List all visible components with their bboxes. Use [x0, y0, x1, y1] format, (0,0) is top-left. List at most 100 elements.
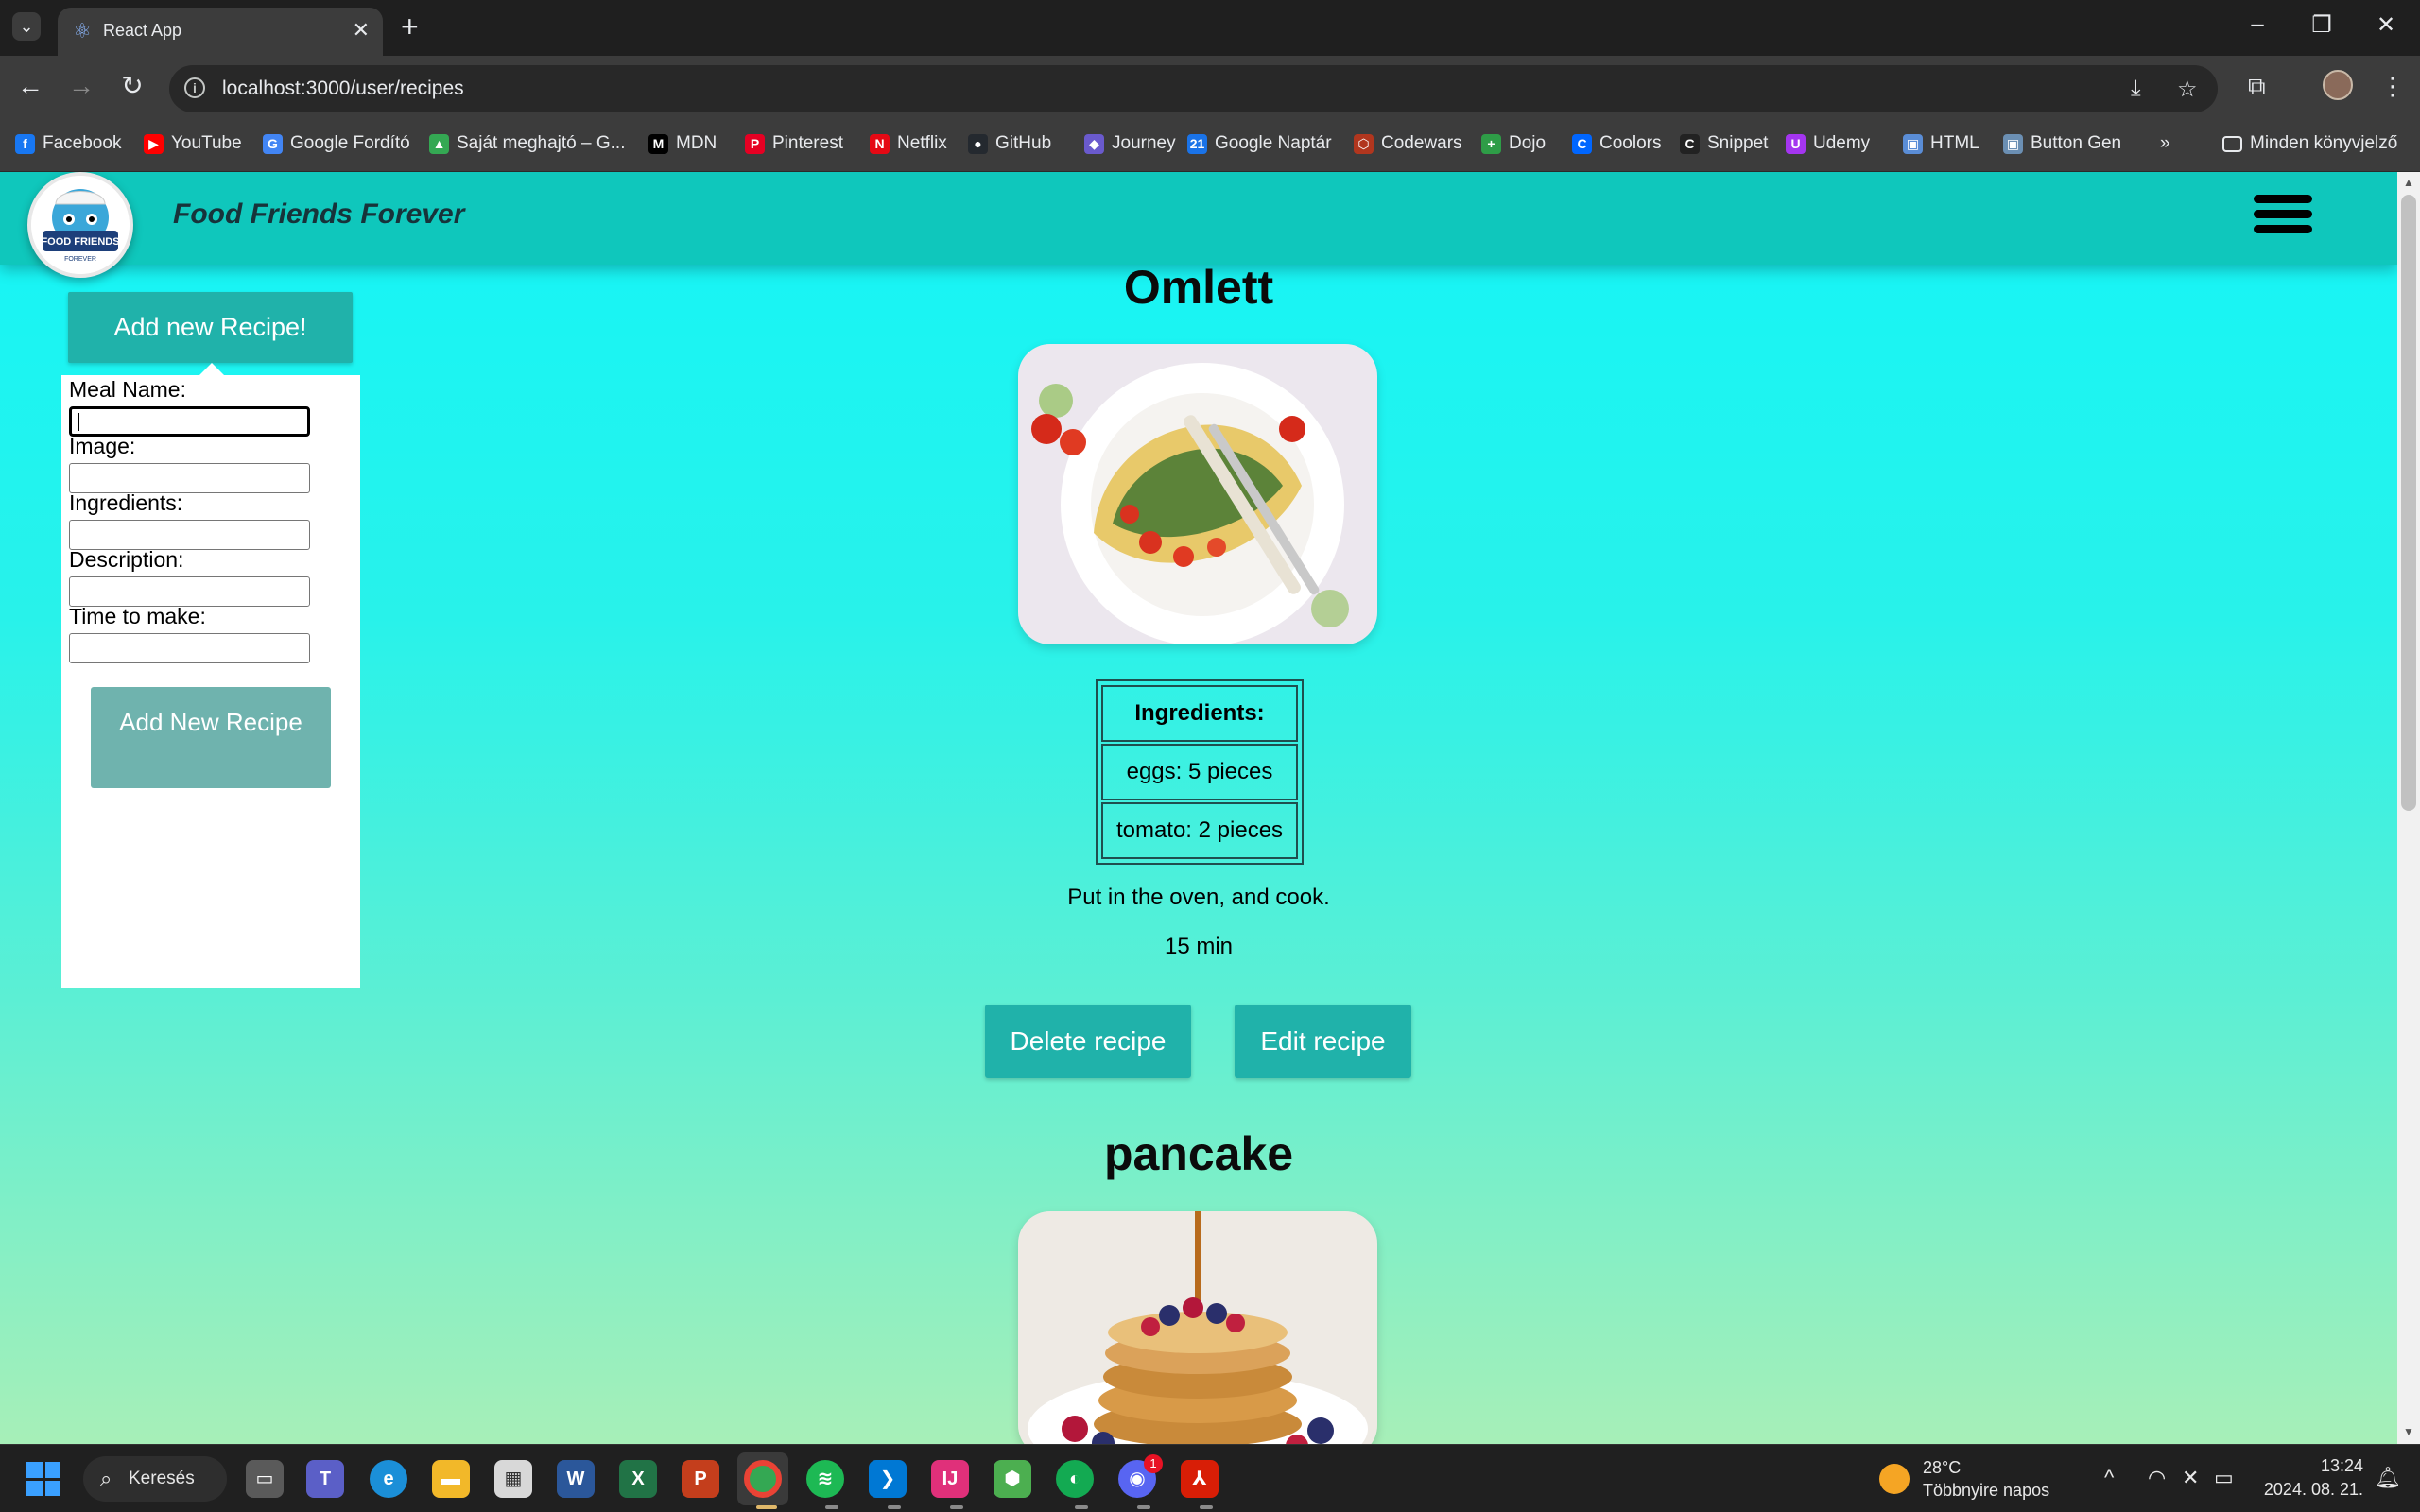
teams-icon[interactable]: T: [306, 1460, 344, 1498]
tab-search-button[interactable]: ⌄: [12, 12, 41, 41]
bookmark-favicon-icon: +: [1481, 133, 1501, 154]
description-label: Description:: [69, 547, 184, 572]
tab-close-icon[interactable]: ✕: [353, 18, 370, 43]
word-icon[interactable]: W: [557, 1460, 595, 1498]
spotify-icon[interactable]: ≋: [806, 1460, 844, 1498]
bookmark-item[interactable]: P Pinterest: [745, 133, 843, 154]
mongodb-compass-icon[interactable]: ◐: [1056, 1460, 1094, 1498]
taskbar-search[interactable]: ⌕ Keresés: [83, 1456, 227, 1502]
bookmark-label: Journey: [1112, 133, 1176, 153]
bookmark-item[interactable]: C Snippet: [1680, 133, 1768, 154]
ingredients-input[interactable]: [69, 520, 310, 550]
bookmark-label: Saját meghajtó – G...: [457, 133, 626, 153]
profile-avatar[interactable]: [2323, 70, 2353, 100]
minimize-icon[interactable]: –: [2238, 11, 2276, 38]
bookmarks-overflow-icon[interactable]: »: [2160, 133, 2170, 154]
address-url[interactable]: localhost:3000/user/recipes: [222, 77, 464, 100]
description-input[interactable]: [69, 576, 310, 607]
microsoft-store-icon[interactable]: ▦: [494, 1460, 532, 1498]
restore-icon[interactable]: ❐: [2303, 11, 2341, 39]
delete-recipe-button[interactable]: Delete recipe: [985, 1005, 1191, 1078]
browser-tab[interactable]: ⚛ React App ✕: [58, 8, 383, 56]
bookmark-item[interactable]: ▣ HTML: [1903, 133, 1979, 154]
bookmark-favicon-icon: C: [1680, 133, 1700, 154]
brand-title[interactable]: Food Friends Forever: [173, 198, 464, 231]
bookmark-label: Snippet: [1707, 133, 1769, 153]
intellij-icon[interactable]: IJ: [931, 1460, 969, 1498]
edge-icon[interactable]: e: [370, 1460, 407, 1498]
site-info-icon[interactable]: i: [184, 77, 205, 98]
bookmark-favicon-icon: C: [1572, 133, 1592, 154]
meal-name-input[interactable]: [69, 406, 310, 437]
vscode-icon[interactable]: ❯: [869, 1460, 907, 1498]
new-tab-button[interactable]: +: [401, 11, 419, 42]
bookmark-item[interactable]: ⬡ Codewars: [1354, 133, 1462, 154]
bookmark-item[interactable]: N Netflix: [870, 133, 947, 154]
clock-time: 13:24: [2320, 1456, 2363, 1475]
recipe-title: Omlett: [1123, 261, 1274, 314]
running-indicator: [1075, 1505, 1088, 1509]
acrobat-icon[interactable]: ⅄: [1181, 1460, 1219, 1498]
time-to-make-input[interactable]: [69, 633, 310, 663]
scrollbar-thumb[interactable]: [2401, 195, 2416, 811]
hamburger-menu-icon[interactable]: [2254, 195, 2312, 242]
nodejs-icon[interactable]: ⬢: [994, 1460, 1031, 1498]
extensions-icon[interactable]: ⧉: [2248, 72, 2266, 102]
bookmark-item[interactable]: ▲ Saját meghajtó – G...: [429, 133, 626, 154]
tray-overflow-chevron-icon[interactable]: ^: [2104, 1466, 2114, 1490]
bookmark-item[interactable]: C Coolors: [1572, 133, 1661, 154]
windows-start-icon[interactable]: [26, 1462, 60, 1496]
bookmark-favicon-icon: ▣: [2003, 133, 2023, 154]
bookmark-item[interactable]: + Dojo: [1481, 133, 1546, 154]
page-viewport: Omlett Ingredients: eggs: 5 pieces tomat…: [0, 172, 2420, 1444]
back-icon[interactable]: ←: [13, 72, 47, 100]
bookmark-item[interactable]: ▶ YouTube: [144, 133, 242, 154]
scroll-up-icon[interactable]: ▲: [2397, 176, 2420, 189]
bookmark-item[interactable]: G Google Fordító: [263, 133, 410, 154]
edit-recipe-button[interactable]: Edit recipe: [1235, 1005, 1411, 1078]
bookmark-label: Google Fordító: [290, 133, 410, 153]
taskbar-clock[interactable]: 13:24 2024. 08. 21.: [2250, 1454, 2363, 1502]
bookmark-item[interactable]: U Udemy: [1786, 133, 1870, 154]
notification-bell-icon[interactable]: 🔔︎: [2375, 1466, 2401, 1490]
bookmark-star-icon[interactable]: ☆: [2177, 76, 2198, 103]
image-input[interactable]: [69, 463, 310, 493]
file-explorer-icon[interactable]: ▬: [432, 1460, 470, 1498]
forward-icon[interactable]: →: [64, 72, 98, 100]
bookmark-label: MDN: [676, 133, 717, 153]
bookmark-label: Dojo: [1509, 133, 1547, 153]
volume-muted-icon[interactable]: ✕: [2182, 1466, 2199, 1490]
close-window-icon[interactable]: ✕: [2367, 11, 2405, 39]
logo-text: FOOD FRIENDS: [41, 236, 119, 248]
browser-tabstrip: ⌄ ⚛ React App ✕ + – ❐ ✕: [0, 0, 2420, 56]
address-bar[interactable]: i localhost:3000/user/recipes ⤓ ☆: [169, 65, 2218, 112]
running-indicator: [1200, 1505, 1213, 1509]
install-app-icon[interactable]: ⤓: [2131, 76, 2141, 102]
chrome-menu-icon[interactable]: ⋮: [2380, 72, 2405, 101]
bookmark-item[interactable]: f Facebook: [15, 133, 121, 154]
bookmark-favicon-icon: G: [263, 133, 283, 154]
battery-icon[interactable]: ▭: [2214, 1466, 2234, 1490]
app-header: FOOD FRIENDS FOREVER Food Friends Foreve…: [0, 172, 2397, 278]
bookmark-item[interactable]: ● GitHub: [968, 133, 1051, 154]
bookmarks-bar: » Minden könyvjelző f Facebook ▶ YouTube G Go…: [0, 122, 2420, 172]
add-new-recipe-submit-button[interactable]: Add New Recipe: [91, 687, 331, 788]
weather-temp: 28°C: [1923, 1458, 1962, 1477]
wifi-icon[interactable]: ◠: [2148, 1466, 2166, 1490]
bookmark-item[interactable]: ▣ Button Gen: [2003, 133, 2121, 154]
weather-desc: Többnyire napos: [1923, 1481, 2050, 1500]
chrome-icon[interactable]: [744, 1460, 782, 1498]
add-new-recipe-toggle[interactable]: Add new Recipe!: [68, 292, 353, 363]
scroll-down-icon[interactable]: ▼: [2397, 1425, 2420, 1438]
bookmark-item[interactable]: M MDN: [648, 133, 717, 154]
bookmark-item[interactable]: ◆ Journey: [1084, 133, 1176, 154]
page-scrollbar[interactable]: ▲ ▼: [2397, 172, 2420, 1444]
powerpoint-icon[interactable]: P: [682, 1460, 719, 1498]
app-logo[interactable]: FOOD FRIENDS FOREVER: [27, 172, 133, 278]
task-view-icon[interactable]: ▭: [246, 1460, 284, 1498]
reload-icon[interactable]: ↻: [115, 72, 149, 100]
excel-icon[interactable]: X: [619, 1460, 657, 1498]
bookmark-label: Codewars: [1381, 133, 1462, 153]
bookmark-item[interactable]: 21 Google Naptár: [1187, 133, 1332, 154]
other-bookmarks-folder[interactable]: Minden könyvjelző: [2222, 133, 2397, 154]
